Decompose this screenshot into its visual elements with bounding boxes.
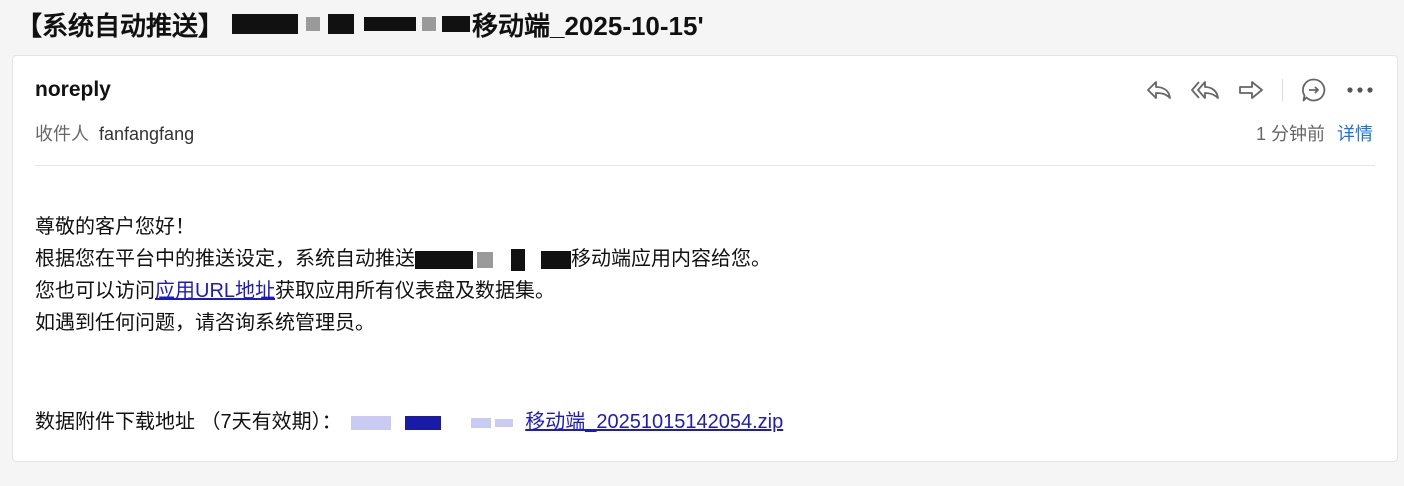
email-card: noreply 收件人 fanfangfang 1 分钟前 详情 尊敬的客户您好… (12, 55, 1398, 462)
body-text: 获取应用所有仪表盘及数据集。 (275, 280, 556, 302)
email-meta: 1 分钟前 详情 (1256, 120, 1373, 146)
redacted-block (471, 417, 492, 428)
redacted-block (415, 250, 473, 269)
recipient-row: 收件人 fanfangfang (35, 120, 194, 146)
email-subject: 【系统自动推送】 移动端_2025-10-15' (16, 4, 1396, 44)
greeting-line: 尊敬的客户您好！ (35, 216, 195, 238)
attachment-link[interactable]: 移动端_20251015142054.zip (525, 411, 783, 433)
redacted-block (306, 17, 321, 31)
body-line: 根据您在平台中的推送设定，系统自动推送 移动端应用内容给您。 (35, 243, 771, 275)
body-text: 移动端应用内容给您。 (571, 248, 771, 270)
redacted-block (495, 418, 514, 427)
redacted-block (405, 415, 442, 430)
app-url-link[interactable]: 应用URL地址 (155, 280, 275, 302)
header-divider (35, 165, 1375, 166)
recipient-label: 收件人 (35, 124, 89, 144)
email-body: 尊敬的客户您好！ 根据您在平台中的推送设定，系统自动推送 移动端应用内容给您。 您… (35, 211, 771, 339)
redacted-block (422, 17, 437, 31)
redacted-block (232, 14, 299, 34)
forward-icon[interactable] (1236, 76, 1266, 104)
redacted-block (541, 250, 571, 269)
reply-all-icon[interactable] (1190, 76, 1220, 104)
body-line: 如遇到任何问题，请咨询系统管理员。 (35, 312, 375, 334)
body-line: 您也可以访问应用URL地址获取应用所有仪表盘及数据集。 (35, 275, 771, 307)
subject-prefix: 【系统自动推送】 (16, 10, 225, 41)
redacted-block (364, 17, 417, 31)
email-toolbar (1144, 76, 1375, 104)
body-text: 您也可以访问 (35, 280, 155, 302)
attachment-label: 数据附件下载地址 （7天有效期）： (35, 411, 342, 433)
body-text: 根据您在平台中的推送设定，系统自动推送 (35, 248, 415, 270)
redacted-block (351, 415, 392, 430)
attachment-line: 数据附件下载地址 （7天有效期）： 移动端_20251015142054.zip (35, 406, 783, 438)
redacted-block (328, 14, 355, 34)
sender-name: noreply (35, 78, 111, 101)
subject-suffix: 移动端_2025-10-15' (472, 10, 704, 41)
redacted-block (442, 16, 471, 32)
reply-icon[interactable] (1144, 76, 1174, 104)
redacted-block (511, 248, 525, 271)
email-time: 1 分钟前 (1255, 124, 1325, 144)
details-link[interactable]: 详情 (1337, 124, 1373, 144)
more-icon[interactable] (1345, 76, 1375, 104)
chat-icon[interactable] (1299, 76, 1329, 104)
redacted-block (477, 251, 493, 268)
recipient-name[interactable]: fanfangfang (99, 124, 194, 144)
toolbar-separator (1282, 79, 1283, 101)
